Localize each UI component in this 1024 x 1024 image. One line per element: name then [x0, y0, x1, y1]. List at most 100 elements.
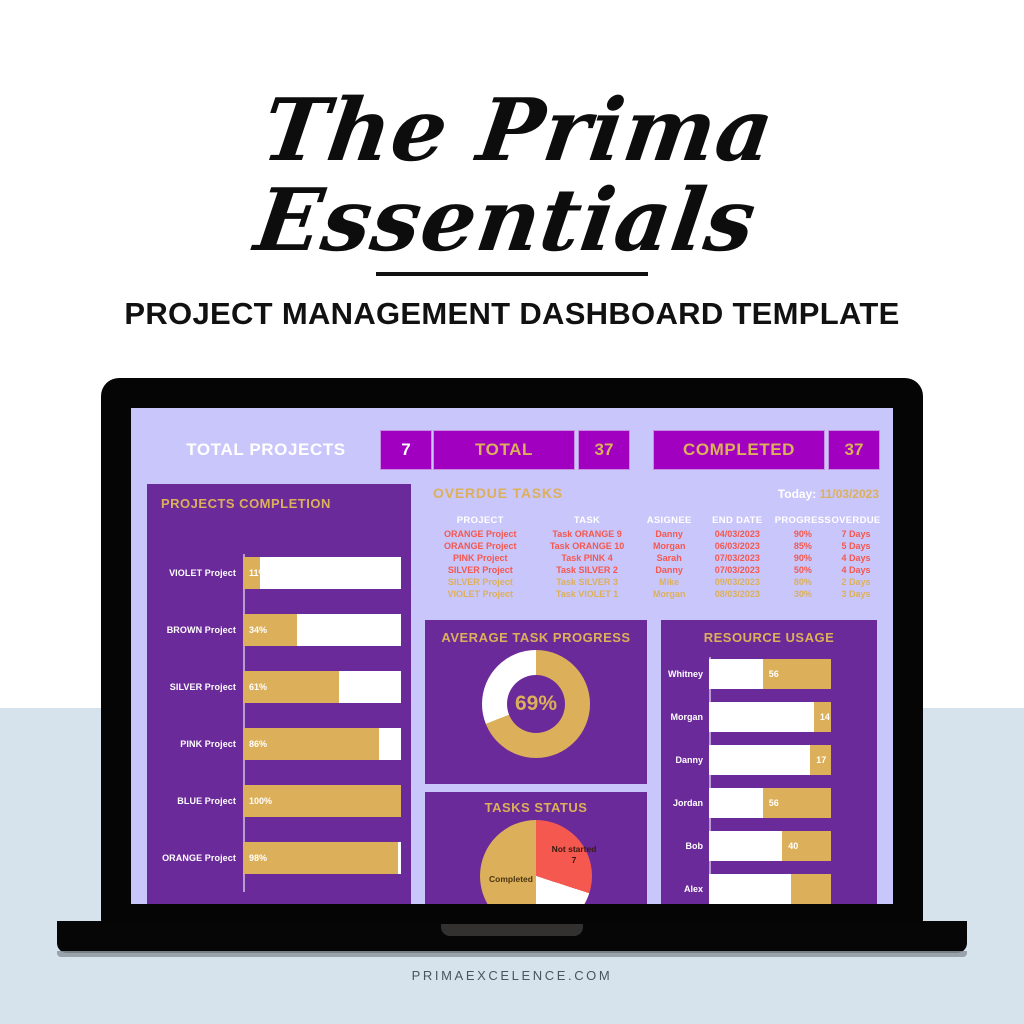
table-cell: Mike: [659, 577, 680, 587]
bar-category-label: Morgan: [670, 712, 704, 722]
table-cell: 09/03/2023: [714, 577, 760, 587]
list-item: ORANGE Project 98%: [147, 841, 411, 875]
list-item: PINK Project 86%: [147, 727, 411, 761]
bar-category-label: PINK Project: [180, 739, 236, 749]
overdue-today: Today: 11/03/2023: [778, 487, 879, 501]
average-task-progress-title: AVERAGE TASK PROGRESS: [441, 630, 631, 645]
projects-completion-title: PROJECTS COMPLETION: [161, 496, 331, 511]
column-header[interactable]: PROJECT: [425, 514, 536, 528]
bar-fill: 40: [782, 831, 831, 861]
table-cell: 50%: [793, 565, 812, 575]
bar-category-label: SILVER Project: [169, 682, 236, 692]
list-item: Whitney 56: [661, 658, 877, 690]
table-cell: 7 Days: [841, 529, 871, 539]
bar-track: 98%: [243, 842, 401, 874]
bar-value-label: 98%: [249, 853, 268, 863]
column-header[interactable]: END DATE: [700, 514, 775, 528]
table-cell: Task ORANGE 10: [549, 541, 625, 551]
kpi-value: 37: [828, 430, 880, 470]
resource-usage-title: RESOURCE USAGE: [703, 630, 835, 645]
table-cell: Task PINK 4: [561, 553, 613, 563]
laptop-foot: [57, 951, 967, 957]
list-item: SILVER Project 61%: [147, 670, 411, 704]
tasks-status-panel: TASKS STATUS Not started 7 Completed: [425, 792, 647, 904]
bar-category-label: Alex: [683, 884, 703, 894]
table-cell: Task ORANGE 9: [552, 529, 622, 539]
bar-fill: 14: [813, 702, 831, 732]
table-cell: PINK Project: [453, 553, 508, 563]
table-cell: 2 Days: [841, 577, 871, 587]
kpi-card-3[interactable]: COMPLETED 37: [653, 430, 880, 470]
overdue-today-label: Today:: [777, 487, 817, 501]
table-cell: Task SILVER 2: [556, 565, 618, 575]
table-cell: VIOLET Project: [447, 589, 514, 599]
pie-slice-label: Not started: [551, 844, 597, 854]
table-row[interactable]: SILVER Project Task SILVER 3 Mike 09/03/202…: [425, 576, 881, 588]
bar-category-label: Jordan: [672, 798, 703, 808]
bar-track: 56: [709, 659, 831, 689]
bar-category-label: BLUE Project: [177, 796, 236, 806]
table-cell: 5 Days: [841, 541, 871, 551]
kpi-value: 37: [578, 430, 630, 470]
bar-track: 34%: [243, 614, 401, 646]
kpi-card-2[interactable]: TOTAL 37: [433, 430, 630, 470]
table-cell: SILVER Project: [447, 565, 513, 575]
bar-value-label: 11%: [249, 568, 267, 578]
overdue-today-value: 11/03/2023: [819, 487, 879, 501]
list-item: Morgan 14: [661, 701, 877, 733]
bar-track: 40: [709, 831, 831, 861]
list-item: Bob 40: [661, 830, 877, 862]
table-row[interactable]: ORANGE Project Task ORANGE 9 Danny 04/03/20…: [425, 528, 881, 540]
bar-value-label: 61%: [249, 682, 268, 692]
column-header[interactable]: TASK: [536, 514, 639, 528]
table-cell: 07/03/2023: [714, 553, 760, 563]
table-row[interactable]: SILVER Project Task SILVER 2 Danny 07/03/20…: [425, 564, 881, 576]
bar-track: 11%: [243, 557, 401, 589]
bar-track: 14: [709, 702, 831, 732]
table-cell: 06/03/2023: [714, 541, 760, 551]
table-cell: Danny: [655, 529, 683, 539]
tasks-status-title: TASKS STATUS: [484, 800, 588, 815]
average-task-progress-panel: AVERAGE TASK PROGRESS 69%: [425, 620, 647, 784]
table-cell: 07/03/2023: [714, 565, 760, 575]
table-cell: ORANGE Project: [444, 541, 517, 551]
tasks-status-label-completed: Completed: [489, 874, 533, 884]
bar-track: 100%: [243, 785, 401, 817]
table-cell: 80%: [793, 577, 812, 587]
dashboard-screen: TOTAL PROJECTS 7 TOTAL 37 COMPLETED 37 PROJEC…: [131, 408, 893, 904]
bar-track: 17: [709, 745, 831, 775]
overdue-tasks-title: OVERDUE TASKS: [433, 485, 563, 501]
table-cell: SILVER Project: [447, 577, 513, 587]
overdue-tasks-table[interactable]: PROJECT TASK ASIGNEE END DATE PROGRESS OVERDU…: [425, 514, 881, 600]
bar-category-label: Bob: [685, 841, 704, 851]
table-cell: Task SILVER 3: [556, 577, 618, 587]
bar-track: 56: [709, 788, 831, 818]
footer-url: PRIMAEXCELENCE.COM: [411, 968, 613, 983]
brand-header: The Prima Essentials: [0, 80, 1024, 271]
table-row[interactable]: PINK Project Task PINK 4 Sarah 07/03/2023 90…: [425, 552, 881, 564]
column-header[interactable]: ASIGNEE: [639, 514, 700, 528]
table-cell: 04/03/2023: [714, 529, 760, 539]
kpi-card-1[interactable]: TOTAL PROJECTS 7: [155, 430, 432, 470]
kpi-label: COMPLETED: [653, 430, 825, 470]
kpi-label: TOTAL PROJECTS: [186, 440, 346, 459]
table-cell: Task VIOLET 1: [555, 589, 619, 599]
column-header[interactable]: PROGRESS: [775, 514, 831, 528]
bar-value-label: 86%: [249, 739, 268, 749]
table-cell: 90%: [793, 553, 812, 563]
kpi-row: TOTAL PROJECTS 7 TOTAL 37 COMPLETED 37: [131, 430, 893, 474]
bar-track: 86%: [243, 728, 401, 760]
projects-completion-panel: PROJECTS COMPLETION VIOLET Project 11% BRO…: [147, 484, 411, 904]
table-cell: 4 Days: [841, 565, 871, 575]
table-header-row: PROJECT TASK ASIGNEE END DATE PROGRESS OVERDU…: [425, 514, 881, 528]
table-cell: 85%: [793, 541, 812, 551]
tasks-status-label-not-started: Not started 7: [543, 844, 605, 867]
bar-fill: 56: [762, 788, 831, 818]
table-cell: 90%: [793, 529, 812, 539]
list-item: Jordan 56: [661, 787, 877, 819]
bar-category-label: Danny: [675, 755, 703, 765]
column-header[interactable]: OVERDUE: [831, 514, 881, 528]
table-row[interactable]: VIOLET Project Task VIOLET 1 Morgan 08/03/2…: [425, 588, 881, 600]
list-item: BLUE Project 100%: [147, 784, 411, 818]
table-row[interactable]: ORANGE Project Task ORANGE 10 Morgan 06/03/…: [425, 540, 881, 552]
